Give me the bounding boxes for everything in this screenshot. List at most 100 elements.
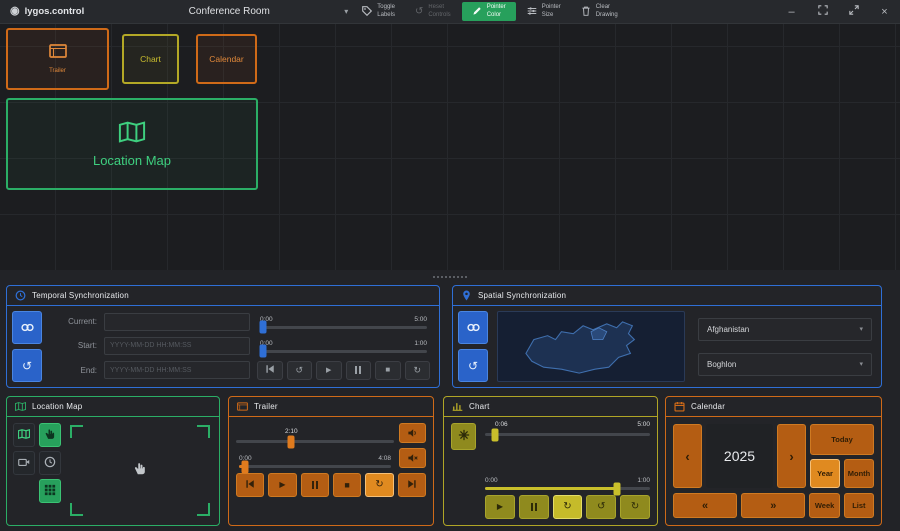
spatial-reset-button[interactable]: ↺ [458,349,488,382]
country-map-preview[interactable] [497,311,685,382]
region-select[interactable]: Boghlon ▾ [698,352,872,376]
app-brand: ◉ lygos.control [0,0,94,23]
temporal-speed-slider[interactable]: 0:00 1:00 [257,339,430,358]
rotate-ccw-button[interactable]: ↺ [586,495,617,519]
pause-button[interactable] [345,360,371,380]
current-datetime-input[interactable] [104,312,250,331]
minimize-icon: – [788,5,795,18]
skip-back-button[interactable] [257,360,283,380]
pause-button[interactable] [300,473,329,497]
close-icon: × [881,5,888,18]
grid-tool-button[interactable] [39,479,61,503]
minimize-button[interactable]: – [776,0,807,23]
reset-controls-button[interactable]: ↺ Reset Controls [405,0,461,23]
play-icon: ▶ [279,480,286,489]
pointer-size-line1: Pointer [541,4,561,10]
titlebar: ◉ lygos.control Conference Room ▾ Toggle… [0,0,900,24]
maximize-button[interactable] [807,0,838,23]
end-datetime-input[interactable] [104,361,250,380]
trailer-title: Trailer [254,402,278,411]
play-button[interactable]: ▶ [268,473,297,497]
calendar-panel: Calendar ‹ 2025 › Today Year Month « » W… [665,396,882,526]
camera-button[interactable] [13,451,35,475]
pan-tool-button[interactable] [39,423,61,447]
timeline-handle[interactable] [259,320,267,334]
temporal-link-button[interactable] [12,311,42,344]
next-year-button[interactable]: › [777,424,806,488]
chart-range-min: 0:00 [485,477,498,484]
month-view-button[interactable]: Month [844,459,874,488]
toggle-labels-button[interactable]: Toggle Labels [352,0,405,23]
close-button[interactable]: × [869,0,900,23]
chart-range-slider[interactable]: 0:00 1:00 [485,477,650,495]
list-view-button[interactable]: List [843,493,874,518]
play-button[interactable]: ▶ [316,360,342,380]
expand-arrows-icon [848,5,859,18]
speaker-icon [407,426,418,441]
canvas-trailer-box[interactable]: Trailer [6,28,109,90]
volume-button[interactable] [399,423,426,443]
temporal-side-buttons: ↺ [7,306,47,387]
location-map-title: Location Map [32,402,83,411]
chevron-down-icon: ▾ [344,7,349,16]
chart-master-slider[interactable]: 0:06 5:00 [485,421,650,472]
location-map-header: Location Map [7,397,219,417]
start-datetime-input[interactable] [104,336,250,355]
history-button[interactable] [39,451,61,475]
year-view-button[interactable]: Year [810,459,840,488]
fullscreen-button[interactable] [838,0,869,23]
chart-master-handle[interactable] [491,428,499,441]
trash-icon [581,3,591,21]
repeat-button[interactable]: ↻ [365,473,394,497]
chart-range-handle[interactable] [613,482,621,495]
chart-transport: ▶ ↻ ↺ ↻ [485,495,650,519]
mute-button[interactable] [399,448,426,468]
hand-icon [44,428,56,443]
room-selector[interactable]: Conference Room ▾ [114,0,352,23]
rotate-ccw-button[interactable]: ↺ [286,360,312,380]
fast-next-button[interactable]: » [741,493,806,518]
clear-drawing-line1: Clear [595,4,611,10]
chart-master-value: 0:06 [495,421,508,428]
toggle-labels-line2: Labels [377,11,395,18]
pointer-size-button[interactable]: Pointer Size [517,0,571,23]
pause-button[interactable] [518,495,549,519]
stop-button[interactable]: ■ [332,473,362,497]
trailer-master-handle[interactable] [287,435,295,448]
repeat-button[interactable]: ↻ [552,495,583,519]
reset-controls-line2: Controls [428,11,451,18]
canvas-calendar-box[interactable]: Calendar [196,34,257,84]
country-select[interactable]: Afghanistan ▾ [698,317,872,341]
clear-drawing-button[interactable]: Clear Drawing [571,0,628,23]
today-button[interactable]: Today [810,424,874,455]
calendar-header: Calendar [666,397,881,417]
fast-prev-button[interactable]: « [673,493,738,518]
stop-button[interactable]: ■ [375,360,401,380]
trailer-master-slider[interactable]: 2:10 [236,428,394,448]
prev-year-button[interactable]: ‹ [673,424,702,488]
canvas-location-map-box[interactable]: Location Map [6,98,258,190]
trailer-time-end: 4:08 [378,455,391,462]
spatial-link-button[interactable] [458,311,488,344]
canvas-chart-box[interactable]: Chart [122,34,179,84]
chart-settings-button[interactable] [451,423,476,450]
map-viewport[interactable] [70,425,210,516]
layout-canvas[interactable]: Trailer Chart Calendar Location Map [0,24,900,270]
map-view-button[interactable] [13,423,35,447]
temporal-reset-button[interactable]: ↺ [12,349,42,382]
play-button[interactable]: ▶ [485,495,515,519]
repeat-button[interactable]: ↻ [404,360,430,380]
country-value: Afghanistan [707,324,750,334]
viewport-corner-icon [197,503,210,516]
pointer-color-button[interactable]: Pointer Color [461,2,516,21]
trailer-seek-handle[interactable] [241,460,249,473]
skip-forward-button[interactable] [397,473,426,497]
rotate-cw-button[interactable]: ↻ [620,495,650,519]
trailer-seek-slider[interactable]: 0:00 4:08 [236,454,394,473]
week-view-button[interactable]: Week [809,493,840,518]
temporal-timeline-slider[interactable]: 0:00 5:00 [257,315,430,334]
skip-back-button[interactable] [236,473,265,497]
divider-handle[interactable] [0,270,900,284]
speed-handle[interactable] [259,344,267,358]
sliders-icon [527,3,537,21]
